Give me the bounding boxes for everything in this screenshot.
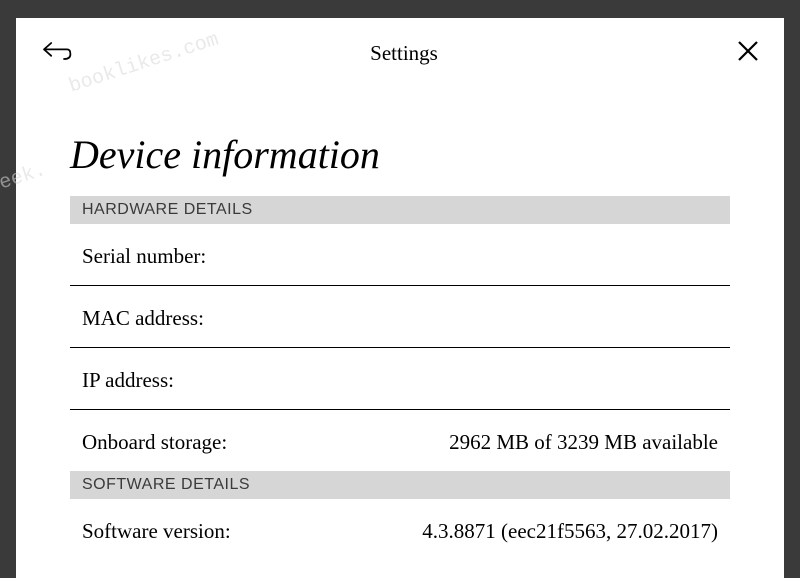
software-version-row: Software version: 4.3.8871 (eec21f5563, … [70, 499, 730, 560]
settings-window: booklikes.com cubgeek. Settings Device i… [16, 18, 784, 578]
header-title: Settings [370, 41, 438, 66]
content-area: Device information HARDWARE DETAILS Seri… [16, 131, 784, 560]
serial-number-row: Serial number: [70, 224, 730, 286]
storage-value: 2962 MB of 3239 MB available [449, 430, 718, 455]
page-title: Device information [70, 131, 730, 178]
storage-label: Onboard storage: [82, 430, 227, 455]
mac-address-row: MAC address: [70, 286, 730, 348]
software-version-label: Software version: [82, 519, 231, 544]
close-icon[interactable] [736, 39, 760, 68]
software-version-value: 4.3.8871 (eec21f5563, 27.02.2017) [422, 519, 718, 544]
software-section-header: SOFTWARE DETAILS [70, 471, 730, 499]
serial-number-label: Serial number: [82, 244, 206, 269]
back-icon[interactable] [40, 38, 72, 69]
ip-address-label: IP address: [82, 368, 174, 393]
header-bar: Settings [16, 18, 784, 83]
mac-address-label: MAC address: [82, 306, 204, 331]
storage-row: Onboard storage: 2962 MB of 3239 MB avai… [70, 410, 730, 471]
hardware-section-header: HARDWARE DETAILS [70, 196, 730, 224]
ip-address-row: IP address: [70, 348, 730, 410]
